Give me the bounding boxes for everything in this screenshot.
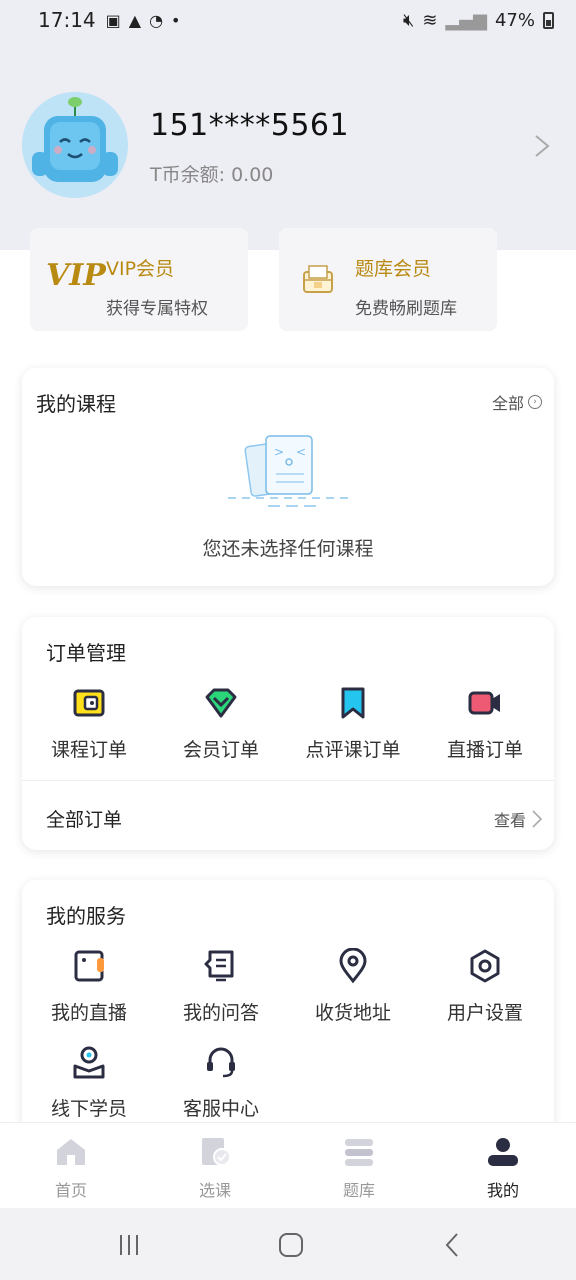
battery-icon bbox=[543, 11, 554, 29]
empty-courses-illustration: > < bbox=[228, 435, 348, 507]
live-icon bbox=[74, 950, 104, 982]
vip-member-card[interactable]: VIP VIP会员 获得专属特权 bbox=[30, 228, 248, 331]
question-bank-member-subtitle: 免费畅刷题库 bbox=[355, 299, 457, 319]
my-courses-card: 我的课程 全部 › > < 您还未选择任何课程 bbox=[22, 368, 554, 586]
course-order-label: 课程订单 bbox=[50, 739, 127, 761]
my-qa-button[interactable]: 我的问答 bbox=[156, 948, 286, 1025]
member-order-button[interactable]: 会员订单 bbox=[156, 685, 286, 762]
circle-chevron-icon: › bbox=[528, 395, 542, 409]
my-live-label: 我的直播 bbox=[50, 1002, 127, 1024]
battery-percent: 47% bbox=[494, 9, 535, 31]
course-order-button[interactable]: 课程订单 bbox=[24, 685, 154, 762]
view-all-label: 全部 bbox=[491, 394, 524, 413]
home-icon bbox=[57, 1139, 85, 1165]
question-bank-member-title: 题库会员 bbox=[355, 258, 432, 280]
course-order-icon bbox=[73, 689, 105, 717]
user-settings-button[interactable]: 用户设置 bbox=[420, 948, 550, 1025]
back-icon[interactable] bbox=[438, 1230, 468, 1260]
offline-student-label: 线下学员 bbox=[50, 1098, 127, 1120]
member-order-label: 会员订单 bbox=[182, 739, 259, 761]
live-order-icon bbox=[468, 691, 500, 715]
live-order-label: 直播订单 bbox=[446, 739, 523, 761]
view-all-courses-link[interactable]: 全部 › bbox=[492, 390, 542, 414]
warning-notification-icon: ▲ bbox=[128, 10, 142, 30]
my-live-button[interactable]: 我的直播 bbox=[24, 948, 154, 1025]
system-navigation-bar bbox=[0, 1208, 576, 1280]
question-bank-member-card[interactable]: 题库会员 免费畅刷题库 bbox=[279, 228, 497, 331]
shipping-address-button[interactable]: 收货地址 bbox=[288, 948, 418, 1025]
review-order-icon bbox=[341, 687, 365, 719]
profile-header[interactable]: 151****5561 T币余额: 0.00 bbox=[0, 40, 576, 250]
my-qa-label: 我的问答 bbox=[182, 1002, 259, 1024]
nav-course-select[interactable]: 选课 bbox=[170, 1137, 260, 1201]
customer-service-label: 客服中心 bbox=[182, 1098, 259, 1120]
all-orders-row[interactable]: 全部订单 bbox=[46, 805, 122, 832]
my-courses-title: 我的课程 bbox=[36, 392, 116, 416]
offline-student-button[interactable]: 线下学员 bbox=[24, 1044, 154, 1121]
view-orders-label: 查看 bbox=[493, 811, 526, 830]
home-button-icon[interactable] bbox=[276, 1230, 306, 1260]
nav-profile-label: 我的 bbox=[486, 1181, 519, 1200]
settings-icon bbox=[470, 949, 500, 983]
balance-row: T币余额: 0.00 bbox=[150, 160, 273, 187]
question-bank-icon bbox=[345, 1139, 373, 1166]
signal-icon: ▂▄▆ bbox=[445, 9, 487, 31]
nav-home[interactable]: 首页 bbox=[26, 1137, 116, 1201]
nav-question-bank-label: 题库 bbox=[342, 1181, 375, 1200]
customer-service-button[interactable]: 客服中心 bbox=[156, 1044, 286, 1121]
app-notification-icon: ◔ bbox=[149, 10, 164, 30]
view-orders-link[interactable]: 查看 bbox=[494, 807, 542, 831]
shipping-address-label: 收货地址 bbox=[314, 1002, 391, 1024]
order-management-title: 订单管理 bbox=[46, 641, 126, 665]
mute-icon: 🔇︎ bbox=[403, 9, 415, 31]
offline-student-icon bbox=[73, 1046, 105, 1079]
recent-apps-icon[interactable] bbox=[114, 1230, 144, 1260]
status-bar: 17:14 ▣ ▲ ◔ • 🔇︎ ≋ ▂▄▆ 47% bbox=[0, 0, 576, 40]
user-phone: 151****5561 bbox=[150, 108, 350, 143]
svg-text:>: > bbox=[274, 445, 284, 459]
more-notifications-icon: • bbox=[171, 10, 181, 30]
profile-icon bbox=[488, 1138, 518, 1166]
avatar[interactable] bbox=[22, 92, 128, 198]
location-icon bbox=[339, 948, 367, 984]
review-order-label: 点评课订单 bbox=[305, 739, 401, 761]
qa-icon bbox=[204, 950, 234, 982]
vip-logo: VIP bbox=[46, 258, 106, 293]
nav-home-label: 首页 bbox=[54, 1181, 87, 1200]
svg-text:<: < bbox=[296, 445, 306, 459]
nav-question-bank[interactable]: 题库 bbox=[314, 1137, 404, 1201]
divider bbox=[22, 780, 554, 781]
vip-member-title: VIP会员 bbox=[106, 258, 175, 280]
bottom-nav: 首页 选课 题库 我的 bbox=[0, 1122, 576, 1208]
balance-label: T币余额: bbox=[150, 164, 226, 186]
member-order-icon bbox=[205, 688, 237, 718]
user-settings-label: 用户设置 bbox=[446, 1002, 523, 1024]
question-bank-box-icon bbox=[303, 265, 333, 293]
balance-value: 0.00 bbox=[231, 164, 274, 186]
live-order-button[interactable]: 直播订单 bbox=[420, 685, 550, 762]
my-services-title: 我的服务 bbox=[46, 904, 126, 928]
empty-courses-text: 您还未选择任何课程 bbox=[202, 538, 374, 560]
review-order-button[interactable]: 点评课订单 bbox=[288, 685, 418, 762]
chevron-right-icon bbox=[532, 810, 542, 828]
image-notification-icon: ▣ bbox=[105, 10, 121, 30]
nav-profile[interactable]: 我的 bbox=[458, 1137, 548, 1201]
vip-logo-text: VIP bbox=[46, 258, 106, 293]
nav-course-select-label: 选课 bbox=[198, 1181, 231, 1200]
vip-member-subtitle: 获得专属特权 bbox=[106, 299, 208, 319]
course-select-icon bbox=[202, 1138, 231, 1166]
wifi-icon: ≋ bbox=[422, 9, 438, 31]
status-time: 17:14 bbox=[38, 8, 96, 32]
order-management-card: 订单管理 课程订单 会员订单 点评课订单 直播订单 全部订单 查看 bbox=[22, 617, 554, 850]
chevron-right-icon[interactable] bbox=[532, 134, 552, 158]
headset-icon bbox=[207, 1047, 235, 1078]
